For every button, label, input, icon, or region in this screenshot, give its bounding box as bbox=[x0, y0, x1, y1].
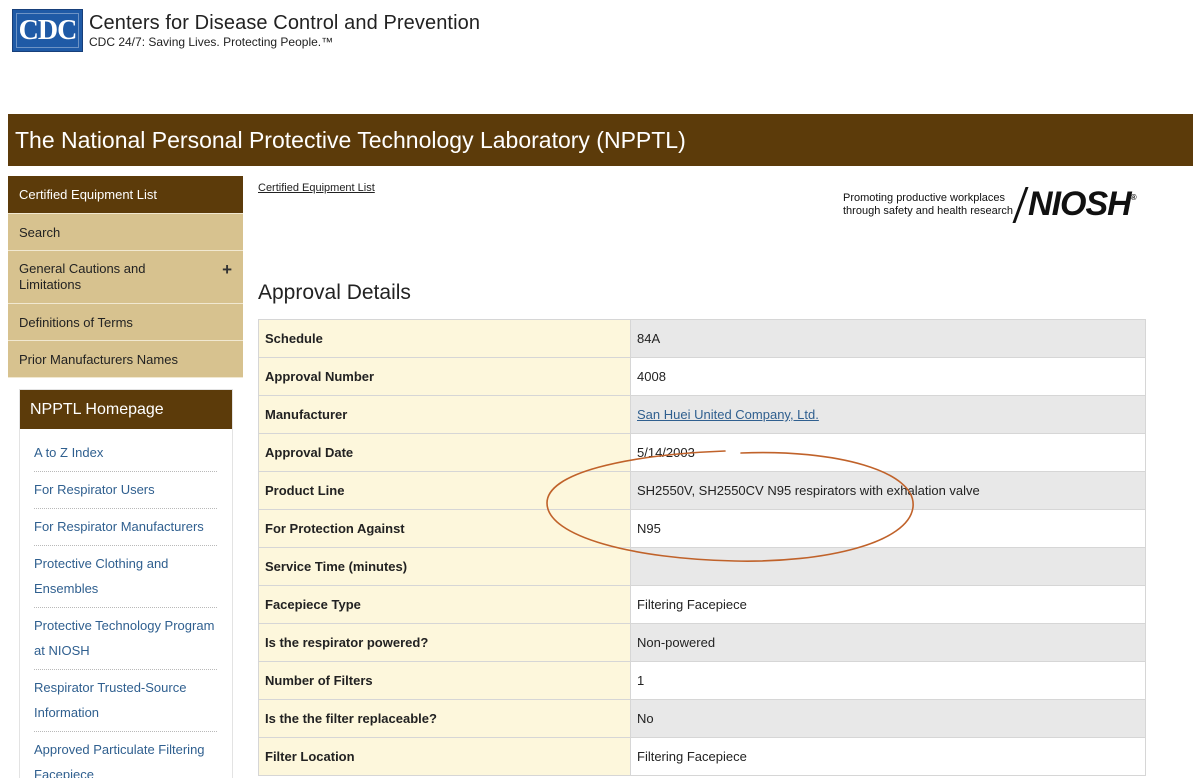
npptl-homepage-box: NPPTL Homepage A to Z Index For Respirat… bbox=[19, 389, 233, 778]
row-label: Service Time (minutes) bbox=[258, 547, 631, 586]
table-row: Schedule 84A bbox=[258, 319, 1146, 358]
table-row: Manufacturer San Huei United Company, Lt… bbox=[258, 395, 1146, 434]
row-label: Filter Location bbox=[258, 737, 631, 776]
cdc-logo-text: CDC bbox=[18, 14, 78, 46]
cdc-logo[interactable]: CDC bbox=[12, 9, 83, 52]
nav-item-search[interactable]: Search bbox=[8, 214, 243, 251]
table-row: Facepiece Type Filtering Facepiece bbox=[258, 585, 1146, 624]
page-title: Approval Details bbox=[258, 281, 411, 304]
cdc-header: CDC Centers for Disease Control and Prev… bbox=[12, 9, 480, 53]
registered-mark: ® bbox=[1130, 193, 1137, 202]
row-value: Filtering Facepiece bbox=[630, 737, 1146, 776]
link-respirator-users[interactable]: For Respirator Users bbox=[34, 472, 217, 509]
nav-item-certified-equipment-list[interactable]: Certified Equipment List bbox=[8, 176, 243, 214]
row-value: 4008 bbox=[630, 357, 1146, 396]
row-value: No bbox=[630, 699, 1146, 738]
link-respirator-manufacturers[interactable]: For Respirator Manufacturers bbox=[34, 509, 217, 546]
breadcrumb[interactable]: Certified Equipment List bbox=[258, 182, 375, 194]
link-respirator-trusted-source[interactable]: Respirator Trusted-Source Information bbox=[34, 670, 217, 732]
row-label: Manufacturer bbox=[258, 395, 631, 434]
table-row: Filter Location Filtering Facepiece bbox=[258, 737, 1146, 776]
link-protective-technology-program[interactable]: Protective Technology Program at NIOSH bbox=[34, 608, 217, 670]
row-label: For Protection Against bbox=[258, 509, 631, 548]
nav-item-label: Definitions of Terms bbox=[19, 314, 133, 330]
manufacturer-link[interactable]: San Huei United Company, Ltd. bbox=[637, 407, 819, 422]
npptl-homepage-heading[interactable]: NPPTL Homepage bbox=[20, 390, 232, 429]
row-value: 1 bbox=[630, 661, 1146, 700]
left-nav: Certified Equipment List Search General … bbox=[8, 176, 243, 378]
table-row: Number of Filters 1 bbox=[258, 661, 1146, 700]
table-row: Approval Date 5/14/2003 bbox=[258, 433, 1146, 472]
niosh-logo[interactable]: NIOSH ® bbox=[1012, 185, 1137, 224]
site-title[interactable]: Centers for Disease Control and Preventi… bbox=[89, 11, 480, 35]
link-approved-particulate[interactable]: Approved Particulate Filtering Facepiece bbox=[34, 732, 217, 778]
row-value: SH2550V, SH2550CV N95 respirators with e… bbox=[630, 471, 1146, 510]
table-row: Is the the filter replaceable? No bbox=[258, 699, 1146, 738]
nav-item-label: Prior Manufacturers Names bbox=[19, 351, 178, 367]
niosh-branding: Promoting productive workplaces through … bbox=[843, 185, 1137, 224]
row-value bbox=[630, 547, 1146, 586]
row-label: Facepiece Type bbox=[258, 585, 631, 624]
expand-plus-icon[interactable]: + bbox=[222, 261, 232, 278]
row-label: Is the respirator powered? bbox=[258, 623, 631, 662]
site-tagline: CDC 24/7: Saving Lives. Protecting Peopl… bbox=[89, 35, 334, 49]
nav-item-general-cautions[interactable]: General Cautions and Limitations + bbox=[8, 251, 243, 304]
table-row: Product Line SH2550V, SH2550CV N95 respi… bbox=[258, 471, 1146, 510]
niosh-slash-icon bbox=[1012, 186, 1029, 223]
row-label: Approval Number bbox=[258, 357, 631, 396]
nav-item-definitions[interactable]: Definitions of Terms bbox=[8, 304, 243, 341]
row-value: N95 bbox=[630, 509, 1146, 548]
table-row: Is the respirator powered? Non-powered bbox=[258, 623, 1146, 662]
link-a-to-z-index[interactable]: A to Z Index bbox=[34, 429, 217, 472]
table-row: Approval Number 4008 bbox=[258, 357, 1146, 396]
niosh-logo-text: NIOSH bbox=[1028, 185, 1132, 223]
nav-item-label: Search bbox=[19, 224, 61, 240]
table-row: For Protection Against N95 bbox=[258, 509, 1146, 548]
niosh-tagline-line2: through safety and health research bbox=[843, 204, 1014, 217]
row-value: 84A bbox=[630, 319, 1146, 358]
niosh-tagline-line1: Promoting productive workplaces bbox=[843, 191, 1006, 204]
row-label: Number of Filters bbox=[258, 661, 631, 700]
nav-item-prior-manufacturers[interactable]: Prior Manufacturers Names bbox=[8, 341, 243, 378]
row-value: Non-powered bbox=[630, 623, 1146, 662]
page-banner[interactable]: The National Personal Protective Technol… bbox=[8, 114, 1193, 166]
table-row: Service Time (minutes) bbox=[258, 547, 1146, 586]
approval-details-table: Schedule 84A Approval Number 4008 Manufa… bbox=[258, 319, 1146, 776]
row-value: San Huei United Company, Ltd. bbox=[630, 395, 1146, 434]
row-value: Filtering Facepiece bbox=[630, 585, 1146, 624]
nav-item-label: Certified Equipment List bbox=[19, 187, 158, 202]
link-protective-clothing[interactable]: Protective Clothing and Ensembles bbox=[34, 546, 217, 608]
row-label: Is the the filter replaceable? bbox=[258, 699, 631, 738]
row-label: Approval Date bbox=[258, 433, 631, 472]
row-label: Schedule bbox=[258, 319, 631, 358]
nav-item-label: General Cautions and Limitations bbox=[19, 261, 146, 292]
row-value: 5/14/2003 bbox=[630, 433, 1146, 472]
row-label: Product Line bbox=[258, 471, 631, 510]
